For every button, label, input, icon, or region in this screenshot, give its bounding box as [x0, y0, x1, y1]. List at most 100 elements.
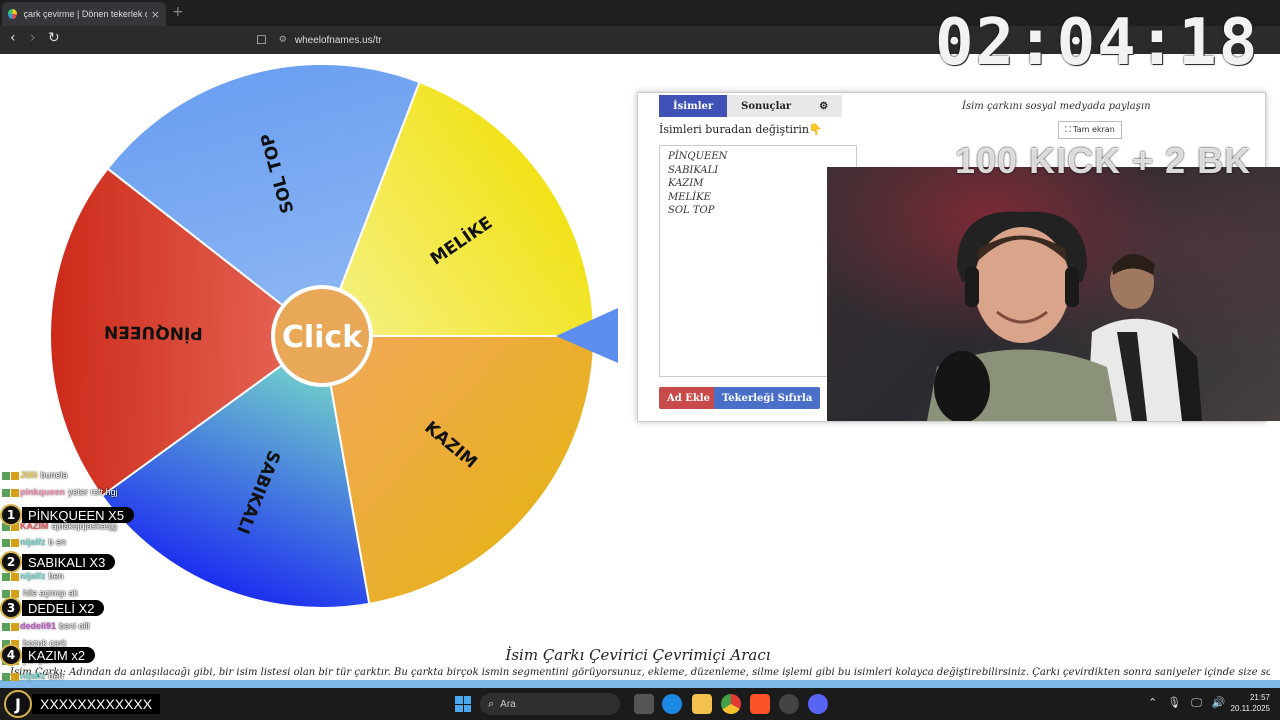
footer-bar	[0, 680, 1280, 688]
tab-names[interactable]: İsimler	[659, 95, 728, 117]
search-placeholder: Ara	[500, 698, 516, 710]
panel-tabs: İsimler Sonuçlar ⚙	[659, 95, 843, 117]
discord-icon[interactable]	[808, 694, 828, 714]
screen: çark çevirme | Dönen tekerlek çe × + ‹ ›…	[0, 0, 1280, 720]
address-bar[interactable]: ☐ ⚙ wheelofnames.us/tr	[256, 29, 936, 51]
user-label: XXXXXXXXXXXX	[32, 694, 161, 714]
back-button[interactable]: ‹	[10, 30, 16, 46]
rank-entry: 4 KAZIM x2	[0, 644, 96, 666]
chat-username: nijalfz	[20, 537, 46, 547]
chat-badge-icon	[2, 572, 10, 581]
name-entry: SABIKALI	[668, 164, 719, 176]
clock-date: 20.11.2025	[1230, 704, 1270, 713]
settings-gear-icon[interactable]: ⚙	[805, 95, 843, 117]
webcam-feed	[827, 167, 1280, 421]
user-initial: J	[4, 690, 32, 718]
bookmark-icon[interactable]: ☐	[256, 33, 267, 47]
chat-text: ben	[48, 571, 64, 581]
chat-username: Jlilli	[20, 470, 38, 480]
name-entry: SOL TOP	[668, 205, 715, 216]
chat-message: pinkqueen yeter rsft hgj	[2, 487, 118, 497]
rank-number: 4	[0, 644, 22, 666]
bottom-user-badge: J XXXXXXXXXXXX	[4, 690, 161, 718]
chat-badge-icon	[11, 572, 19, 581]
tray-expand-icon[interactable]: ⌃	[1148, 696, 1157, 710]
rank-label: DEDELİ X2	[22, 600, 105, 616]
chat-badge-icon	[2, 471, 10, 480]
chat-badge-icon	[11, 538, 19, 547]
add-name-button[interactable]: Ad Ekle	[659, 387, 718, 409]
file-explorer-icon[interactable]	[692, 694, 712, 714]
site-info-icon[interactable]: ⚙	[279, 35, 287, 45]
chat-message: nijalfz ben	[2, 671, 64, 681]
chat-text: hile açmışı ak	[23, 588, 79, 598]
chat-message: Jlilli bunela	[2, 470, 68, 480]
wheel-favicon-icon	[8, 9, 18, 19]
url-text[interactable]: wheelofnames.us/tr	[295, 35, 382, 46]
chat-badge-icon	[11, 488, 19, 497]
microphone-icon[interactable]: 🎙	[1167, 696, 1181, 710]
rank-number: 2	[0, 551, 22, 573]
rank-label: SABIKALI X3	[22, 554, 116, 570]
stream-timer: 02:04:18	[935, 6, 1260, 80]
chat-username: pinkqueen	[20, 487, 66, 497]
chat-username: dedeli91	[20, 621, 57, 631]
reset-wheel-button[interactable]: Tekerleği Sıfırla	[714, 387, 821, 409]
name-wheel[interactable]: MELİKEKAZIMSABIKALIPİNQUEENSOL TOP Click	[40, 58, 630, 618]
rank-entry: 3 DEDELİ X2	[0, 597, 105, 619]
name-entry: MELİKE	[668, 191, 711, 203]
taskbar-search[interactable]: ⌕ Ara	[480, 693, 620, 715]
rank-number: 3	[0, 597, 22, 619]
wheel-segment-label: PİNQUEEN	[104, 321, 203, 345]
chat-text: bunela	[40, 470, 68, 480]
edit-names-label: İsimleri buradan değiştirin👇	[659, 123, 823, 136]
share-text: İsim çarkını sosyal medyada paylaşın	[962, 101, 1151, 112]
chrome-icon[interactable]	[721, 694, 741, 714]
chat-username: nijalfz	[20, 571, 46, 581]
description-text: İsim Çarkı: Adından da anlaşılacağı gibi…	[10, 667, 1270, 678]
task-view-icon[interactable]	[634, 694, 654, 714]
display-icon[interactable]: 🖵	[1191, 696, 1202, 710]
chat-badge-icon	[11, 471, 19, 480]
windows-start-icon[interactable]	[455, 696, 471, 712]
chat-username: nijalfz	[20, 671, 46, 681]
tab-title: çark çevirme | Dönen tekerlek çe	[23, 9, 147, 19]
chat-message: dedeli91 beni olll	[2, 621, 90, 631]
chat-badge-icon	[2, 538, 10, 547]
forward-button[interactable]: ›	[30, 30, 36, 46]
name-entry: PİNQUEEN	[668, 151, 728, 162]
clock-time: 21:57	[1249, 693, 1270, 702]
tab-results[interactable]: Sonuçlar	[727, 95, 806, 117]
chat-text: yeter rsft hgj	[68, 487, 118, 497]
name-entry: KAZIM	[668, 178, 704, 189]
chat-text: b en	[48, 537, 67, 547]
chat-message: nijalfz b en	[2, 537, 66, 547]
clock[interactable]: 21:57 20.11.2025	[1220, 692, 1270, 714]
kick-goal-overlay: 100 KICK + 2 BK	[955, 140, 1252, 181]
webcam-person-main	[927, 211, 1117, 421]
chat-badge-icon	[11, 672, 19, 681]
chat-badge-icon	[2, 488, 10, 497]
brave-icon[interactable]	[750, 694, 770, 714]
rank-label: PİNKQUEEN X5	[22, 507, 135, 523]
rank-label: KAZIM x2	[22, 647, 96, 663]
system-tray: ⌃ 🎙 🖵 🔊	[1148, 696, 1226, 710]
chat-badge-icon	[11, 622, 19, 631]
edge-icon[interactable]	[662, 694, 682, 714]
chat-badge-icon	[2, 622, 10, 631]
app-icon[interactable]	[779, 694, 799, 714]
spin-click-label[interactable]: Click	[282, 320, 363, 355]
tab-close-icon[interactable]: ×	[151, 8, 160, 21]
description-title: İsim Çarkı Çevirici Çevrimiçi Aracı	[505, 646, 771, 664]
search-icon: ⌕	[488, 697, 495, 710]
chat-badge-icon	[2, 672, 10, 681]
rank-entry: 1 PİNKQUEEN X5	[0, 504, 135, 526]
browser-tab[interactable]: çark çevirme | Dönen tekerlek çe ×	[2, 2, 166, 26]
reload-button[interactable]: ↻	[48, 30, 60, 46]
fullscreen-button[interactable]: ⛶ Tam ekran	[1058, 121, 1122, 139]
chat-text: ben	[48, 671, 64, 681]
rank-entry: 2 SABIKALI X3	[0, 551, 116, 573]
rank-number: 1	[0, 504, 22, 526]
chat-text: beni olll	[59, 621, 90, 631]
new-tab-button[interactable]: +	[172, 4, 184, 20]
